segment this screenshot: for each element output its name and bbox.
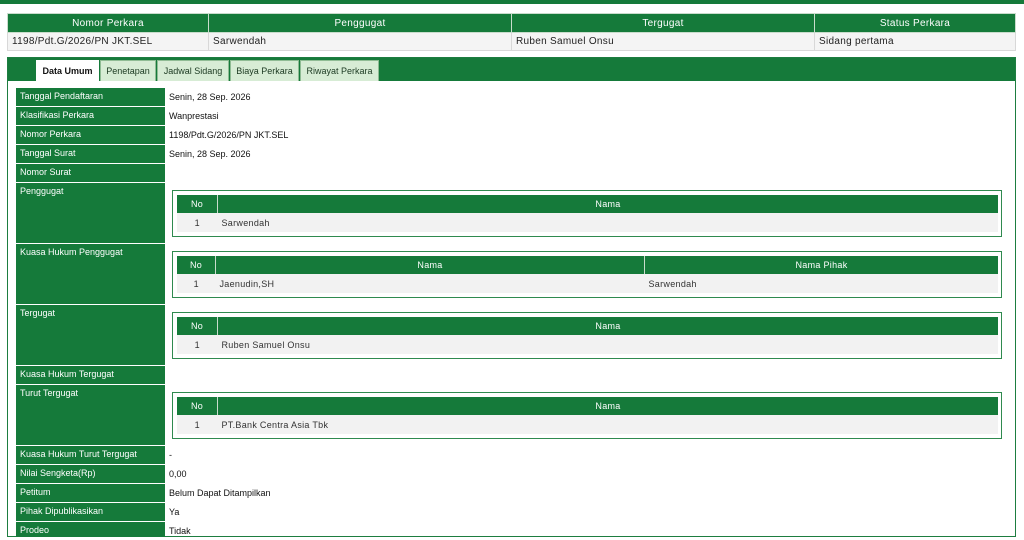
tab-penetapan[interactable]: Penetapan [100, 60, 156, 81]
field-nilai-sengketa: Nilai Sengketa(Rp) 0,00 [16, 465, 1016, 484]
field-label: Kuasa Hukum Penggugat [16, 244, 165, 305]
col-nama: Nama [217, 195, 998, 213]
cell-no: 1 [177, 213, 218, 232]
field-label: Kuasa Hukum Turut Tergugat [16, 446, 165, 465]
tergugat-box: No Nama 1 Ruben Samuel Onsu [172, 312, 1002, 359]
field-label: Kuasa Hukum Tergugat [16, 366, 165, 385]
field-value: Tidak [169, 526, 191, 536]
cell-no: 1 [177, 335, 218, 354]
field-label: Nilai Sengketa(Rp) [16, 465, 165, 484]
turut-tergugat-box: No Nama 1 PT.Bank Centra Asia Tbk [172, 392, 1002, 439]
tergugat-table: No Nama 1 Ruben Samuel Onsu [177, 317, 998, 354]
field-tergugat: Tergugat No Nama 1 Ruben Samuel Onsu [16, 305, 1016, 366]
field-kuasa-turut-tergugat: Kuasa Hukum Turut Tergugat - [16, 446, 1016, 465]
col-no: No [177, 195, 218, 213]
field-label: Tanggal Pendaftaran [16, 88, 165, 107]
field-kuasa-tergugat: Kuasa Hukum Tergugat [16, 366, 1016, 385]
field-penggugat: Penggugat No Nama 1 Sarwendah [16, 183, 1016, 244]
summary-header-penggugat: Penggugat [208, 13, 512, 33]
tab-riwayat-perkara[interactable]: Riwayat Perkara [300, 60, 379, 81]
turut-tergugat-table: No Nama 1 PT.Bank Centra Asia Tbk [177, 397, 998, 434]
col-no: No [177, 397, 218, 415]
field-label: Klasifikasi Perkara [16, 107, 165, 126]
field-klasifikasi: Klasifikasi Perkara Wanprestasi [16, 107, 1016, 126]
cell-no: 1 [177, 274, 216, 293]
col-nama-pihak: Nama Pihak [644, 256, 998, 274]
summary-row: 1198/Pdt.G/2026/PN JKT.SEL Sarwendah Rub… [7, 32, 1016, 51]
field-label: Turut Tergugat [16, 385, 165, 446]
table-row: 1 Ruben Samuel Onsu [177, 335, 998, 354]
cell-no: 1 [177, 415, 218, 434]
kuasa-penggugat-box: No Nama Nama Pihak 1 Jaenudin,SH Sarwendah [172, 251, 1002, 298]
field-value: Ya [169, 507, 180, 517]
case-summary-table: Nomor Perkara Penggugat Tergugat Status … [7, 13, 1016, 51]
field-petitum: Petitum Belum Dapat Ditampilkan [16, 484, 1016, 503]
summary-status: Sidang pertama [814, 32, 1016, 51]
field-label: Tergugat [16, 305, 165, 366]
col-no: No [177, 317, 218, 335]
kuasa-penggugat-table: No Nama Nama Pihak 1 Jaenudin,SH Sarwendah [177, 256, 998, 293]
table-row: 1 PT.Bank Centra Asia Tbk [177, 415, 998, 434]
summary-header-tergugat: Tergugat [511, 13, 815, 33]
tab-strip: Data Umum Penetapan Jadwal Sidang Biaya … [8, 58, 1015, 81]
cell-nama: Ruben Samuel Onsu [217, 335, 998, 354]
tab-biaya-perkara[interactable]: Biaya Perkara [230, 60, 299, 81]
cell-nama-pihak: Sarwendah [644, 274, 998, 293]
field-value: 1198/Pdt.G/2026/PN JKT.SEL [169, 130, 289, 140]
cell-nama: Jaenudin,SH [215, 274, 645, 293]
table-row: 1 Jaenudin,SH Sarwendah [177, 274, 998, 293]
summary-header-nomor: Nomor Perkara [7, 13, 209, 33]
field-label: Petitum [16, 484, 165, 503]
field-kuasa-penggugat: Kuasa Hukum Penggugat No Nama Nama Pihak 1… [16, 244, 1016, 305]
summary-header-row: Nomor Perkara Penggugat Tergugat Status … [7, 13, 1016, 33]
field-label: Nomor Surat [16, 164, 165, 183]
cell-nama: Sarwendah [217, 213, 998, 232]
summary-nomor: 1198/Pdt.G/2026/PN JKT.SEL [7, 32, 209, 51]
cell-nama: PT.Bank Centra Asia Tbk [217, 415, 998, 434]
field-value: Senin, 28 Sep. 2026 [169, 92, 251, 102]
field-value: Wanprestasi [169, 111, 219, 121]
field-tanggal-surat: Tanggal Surat Senin, 28 Sep. 2026 [16, 145, 1016, 164]
case-detail-panel: Data Umum Penetapan Jadwal Sidang Biaya … [7, 57, 1016, 538]
table-row: 1 Sarwendah [177, 213, 998, 232]
field-pihak-dipublikasikan: Pihak Dipublikasikan Ya [16, 503, 1016, 522]
col-nama: Nama [217, 397, 998, 415]
field-label: Penggugat [16, 183, 165, 244]
field-nomor-surat: Nomor Surat [16, 164, 1016, 183]
field-prodeo: Prodeo Tidak [16, 522, 1016, 538]
summary-header-status: Status Perkara [814, 13, 1016, 33]
field-tanggal-pendaftaran: Tanggal Pendaftaran Senin, 28 Sep. 2026 [16, 88, 1016, 107]
col-nama: Nama [217, 317, 998, 335]
field-value: - [169, 450, 172, 460]
top-accent-bar [0, 0, 1024, 4]
field-label: Pihak Dipublikasikan [16, 503, 165, 522]
field-label: Prodeo [16, 522, 165, 538]
col-no: No [177, 256, 216, 274]
field-label: Tanggal Surat [16, 145, 165, 164]
tab-data-umum[interactable]: Data Umum [36, 60, 99, 81]
field-turut-tergugat: Turut Tergugat No Nama 1 PT.Bank Centra As… [16, 385, 1016, 446]
summary-tergugat: Ruben Samuel Onsu [511, 32, 815, 51]
tab-jadwal-sidang[interactable]: Jadwal Sidang [157, 60, 229, 81]
field-value: Belum Dapat Ditampilkan [169, 488, 271, 498]
field-value: 0,00 [169, 469, 187, 479]
field-nomor-perkara: Nomor Perkara 1198/Pdt.G/2026/PN JKT.SEL [16, 126, 1016, 145]
field-value: Senin, 28 Sep. 2026 [169, 149, 251, 159]
penggugat-box: No Nama 1 Sarwendah [172, 190, 1002, 237]
col-nama: Nama [215, 256, 645, 274]
field-label: Nomor Perkara [16, 126, 165, 145]
penggugat-table: No Nama 1 Sarwendah [177, 195, 998, 232]
summary-penggugat: Sarwendah [208, 32, 512, 51]
